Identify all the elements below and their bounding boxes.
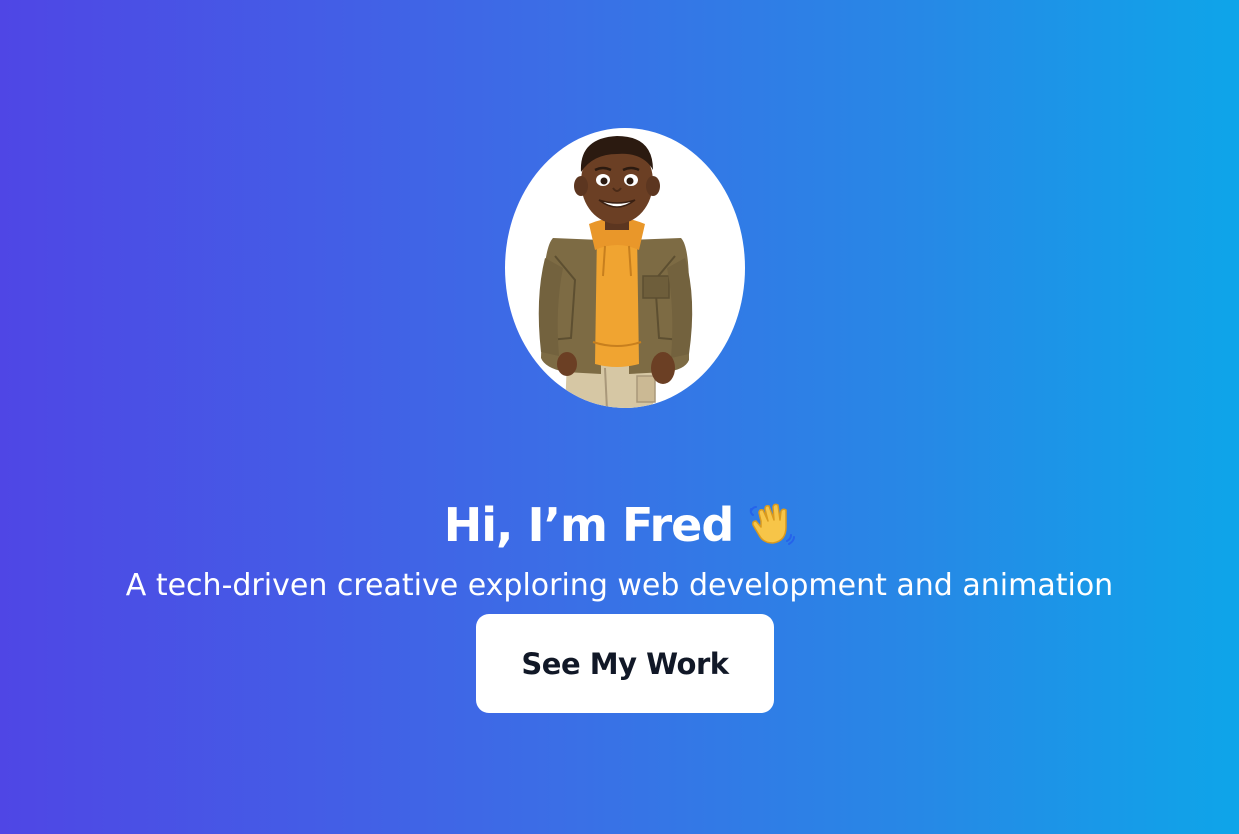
avatar-illustration xyxy=(538,136,693,408)
headline-text: Hi, I’m Fred xyxy=(443,497,735,552)
page-title: Hi, I’m Fred xyxy=(0,493,1239,557)
subtitle: A tech-driven creative exploring web dev… xyxy=(125,568,1114,603)
waving-hand-icon xyxy=(750,503,796,545)
avatar xyxy=(505,128,745,408)
hero-section: Hi, I’m Fred A tech-driven creative expl… xyxy=(0,0,1239,834)
see-my-work-button[interactable]: See My Work xyxy=(476,614,774,713)
